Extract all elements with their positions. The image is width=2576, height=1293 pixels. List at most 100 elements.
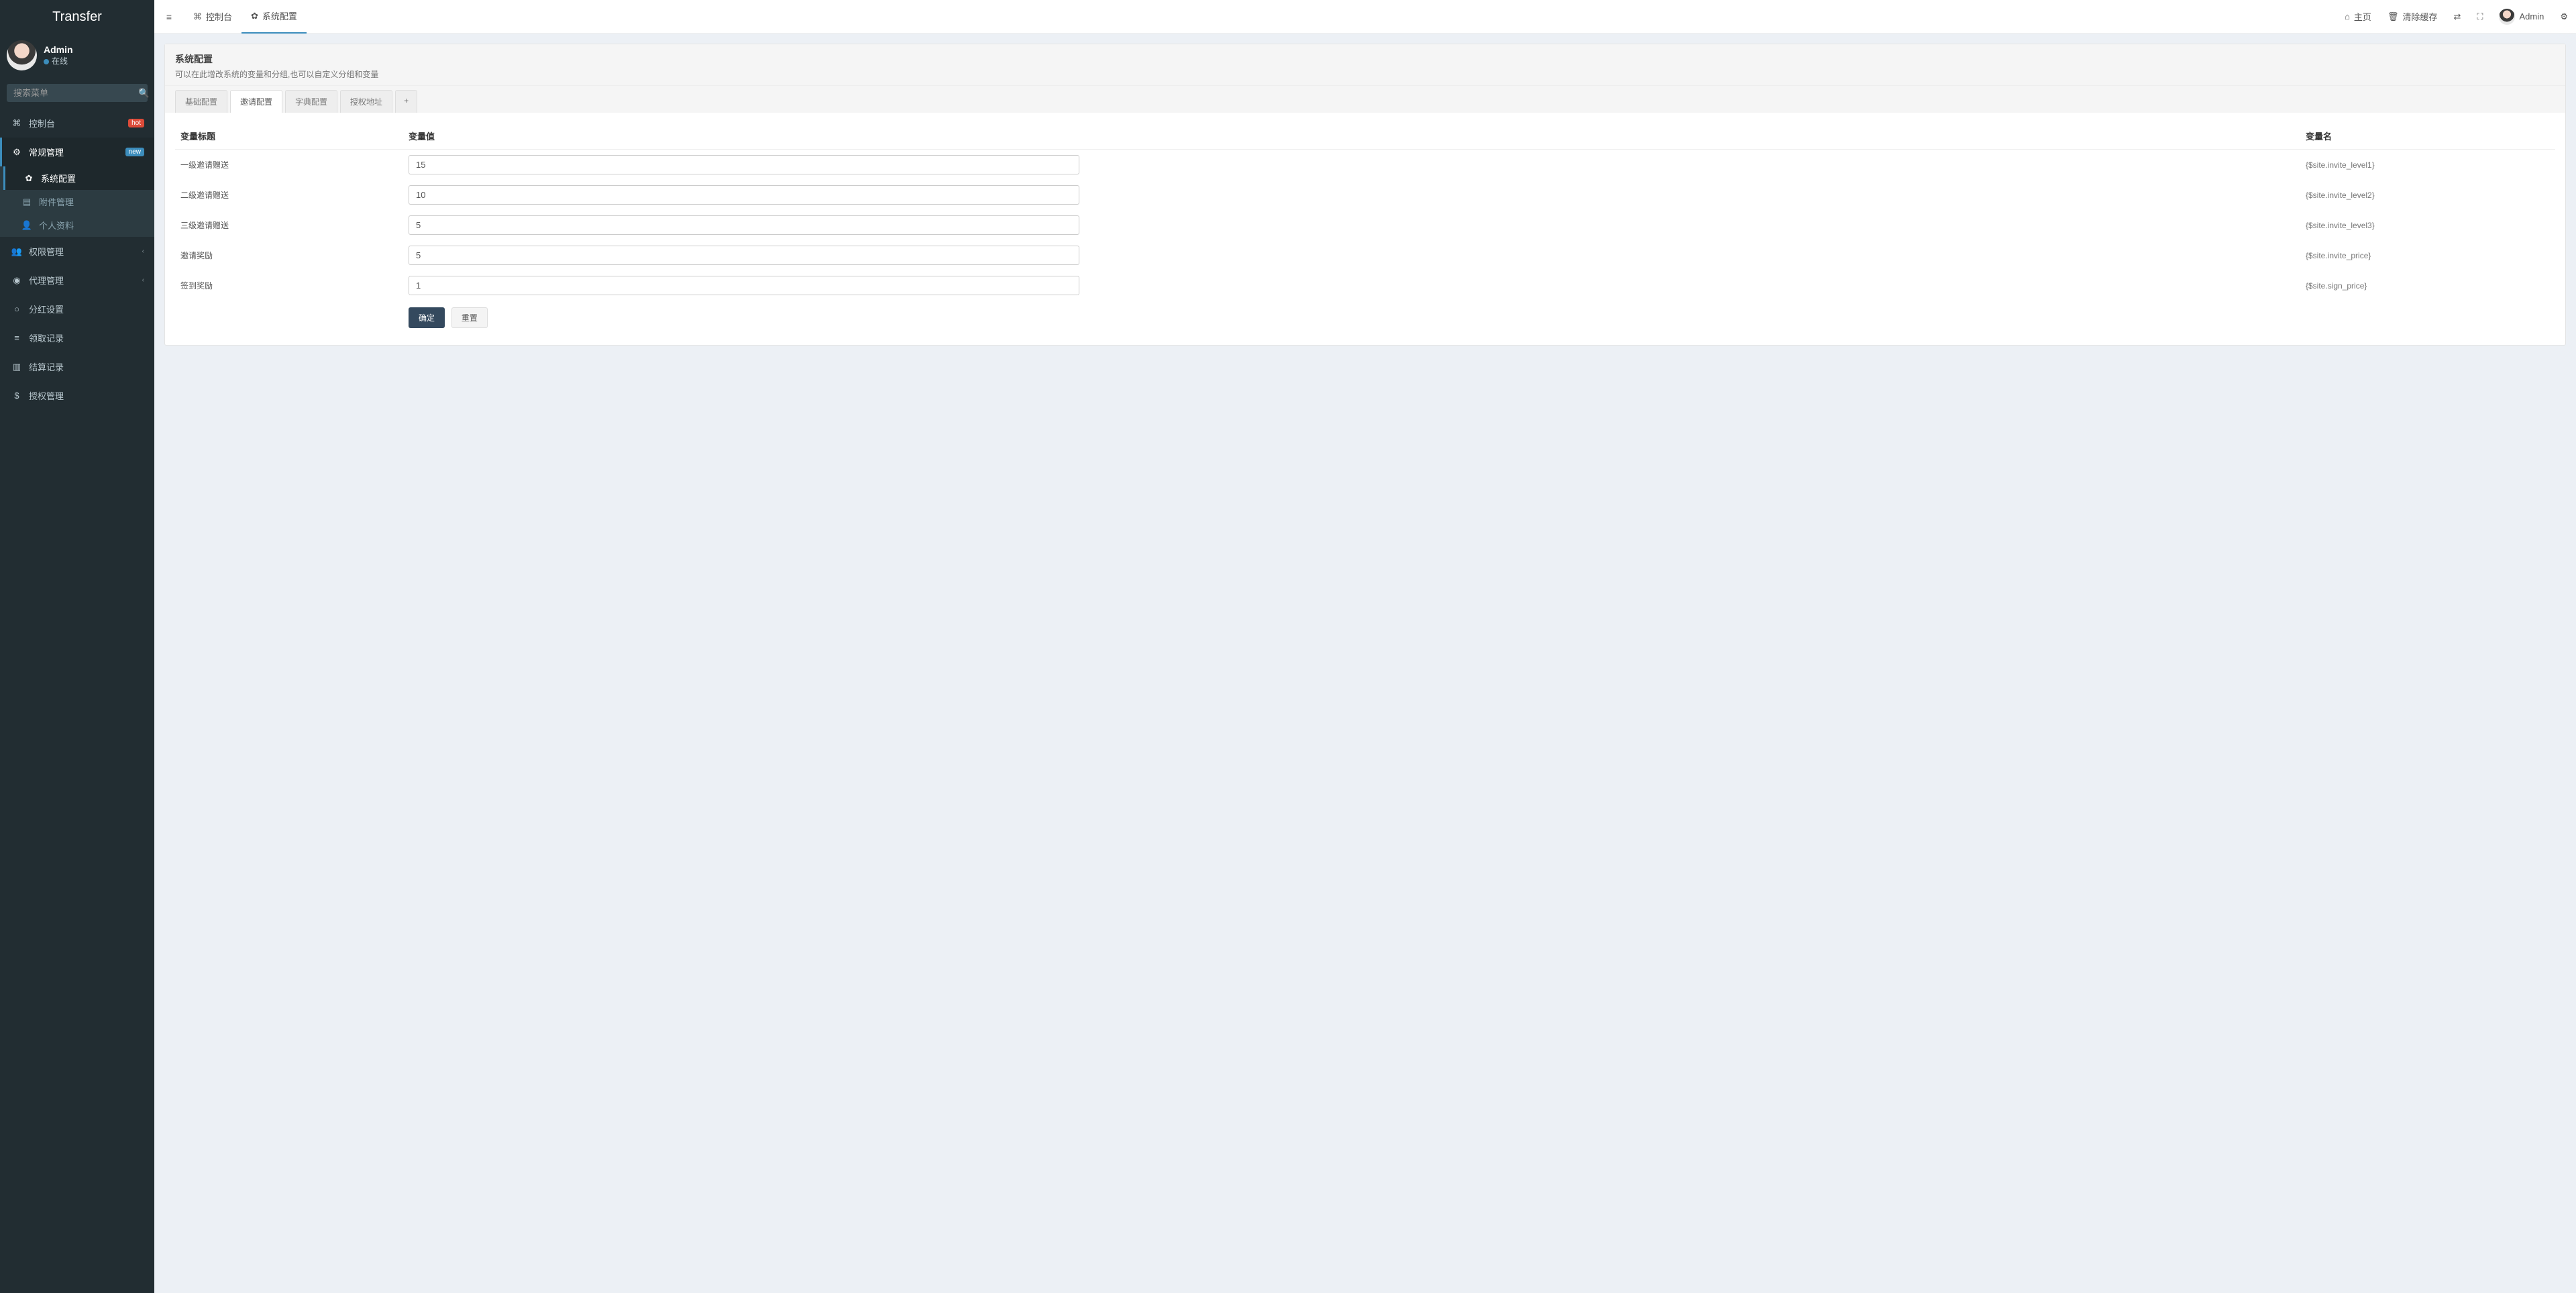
submit-button[interactable]: 确定 [409, 307, 445, 328]
avatar-small [2499, 9, 2515, 25]
top-tab[interactable]: ✿ 系统配置 [241, 0, 307, 34]
chevron-left-icon: ‹ [142, 248, 144, 255]
config-tab[interactable]: 字典配置 [285, 90, 337, 113]
avatar [7, 40, 37, 70]
row-varname: {$site.invite_level3} [2300, 210, 2555, 240]
add-tab-button[interactable]: + [395, 90, 417, 113]
trash-icon: 🗑 [2387, 11, 2399, 22]
language-link[interactable]: ⇄ [2445, 0, 2469, 34]
row-varname: {$site.invite_level2} [2300, 180, 2555, 210]
home-link[interactable]: ⌂ 主页 [2337, 0, 2379, 34]
panel-tabs: 基础配置邀请配置字典配置授权地址+ [165, 86, 2565, 113]
clear-cache-link[interactable]: 🗑清除缓存 [2379, 0, 2446, 34]
sidebar-toggle-button[interactable]: ≡ [154, 0, 184, 34]
top-tabs: ⌘ 控制台 ✿ 系统配置 [184, 0, 307, 34]
top-tab-label: 系统配置 [262, 9, 297, 22]
group-icon: 👥 [10, 246, 23, 257]
row-varname: {$site.sign_price} [2300, 270, 2555, 301]
fullscreen-link[interactable]: ⛶ [2469, 0, 2491, 34]
sidebar-item[interactable]: ⌘控制台hot [0, 109, 154, 138]
sidebar-subitem[interactable]: ✿系统配置 [3, 166, 154, 190]
sidebar-item[interactable]: ◉ 代理管理‹ [0, 266, 154, 295]
config-value-input[interactable] [409, 185, 1079, 205]
user-icon: 👤 [20, 220, 34, 231]
config-value-input[interactable] [409, 246, 1079, 265]
table-row: 二级邀请赠送 {$site.invite_level2} [175, 180, 2555, 210]
sidebar-subitem[interactable]: ▤ 附件管理 [3, 190, 154, 213]
user-menu[interactable]: Admin [2491, 0, 2552, 34]
col-value-header: 变量值 [403, 123, 2300, 150]
config-tab[interactable]: 邀请配置 [230, 90, 282, 113]
sidebar-item-label: 常规管理 [29, 146, 125, 158]
user-panel: Admin 在线 [0, 34, 154, 77]
sidebar-badge: new [125, 148, 144, 156]
sidebar-item[interactable]: ○ 分红设置 [0, 295, 154, 323]
table-row: 三级邀请赠送 {$site.invite_level3} [175, 210, 2555, 240]
reset-button[interactable]: 重置 [451, 307, 488, 328]
table-row: 签到奖励 {$site.sign_price} [175, 270, 2555, 301]
panel-desc: 可以在此增改系统的变量和分组,也可以自定义分组和变量 [175, 68, 2555, 80]
top-tab[interactable]: ⌘ 控制台 [184, 0, 241, 34]
clear-cache-label: 清除缓存 [2402, 10, 2437, 23]
dashboard-icon: ⌘ [10, 118, 23, 129]
search-icon: 🔍 [138, 88, 150, 98]
sidebar-item[interactable]: 👥 权限管理‹ [0, 237, 154, 266]
sidebar-search: 🔍 [0, 77, 154, 109]
sidebar: Transfer Admin 在线 🔍 ⌘控制台hot⚙常规管理new✿系统配置… [0, 0, 154, 1293]
sidebar-item-label: 代理管理 [29, 274, 142, 287]
sidebar-nav: ⌘控制台hot⚙常规管理new✿系统配置▤附件管理👤个人资料👥权限管理‹◉代理管… [0, 109, 154, 410]
settings-link[interactable]: ⚙ [2552, 0, 2576, 34]
sidebar-subitem-label: 个人资料 [39, 219, 74, 231]
user-name: Admin [44, 44, 73, 55]
cog-icon: ✿ [251, 11, 258, 21]
row-varname: {$site.invite_price} [2300, 240, 2555, 270]
list-alt-icon: ▥ [10, 362, 23, 372]
sidebar-item-label: 分红设置 [29, 303, 144, 315]
home-icon: ⌂ [2345, 11, 2350, 21]
sidebar-item-label: 授权管理 [29, 389, 144, 402]
config-value-input[interactable] [409, 276, 1079, 295]
bars-icon: ≡ [10, 333, 23, 343]
sidebar-subitem-label: 附件管理 [39, 195, 74, 208]
row-label: 二级邀请赠送 [175, 180, 403, 210]
user-status: 在线 [44, 55, 73, 66]
sidebar-subitem[interactable]: 👤 个人资料 [3, 213, 154, 237]
sidebar-item[interactable]: $ 授权管理 [0, 381, 154, 410]
sidebar-item[interactable]: ≡ 领取记录 [0, 323, 154, 352]
user-circle-icon: ◉ [10, 275, 23, 286]
row-label: 邀请奖励 [175, 240, 403, 270]
brand-text: Transfer [52, 9, 102, 25]
config-panel: 系统配置 可以在此增改系统的变量和分组,也可以自定义分组和变量 基础配置邀请配置… [164, 44, 2566, 346]
search-button[interactable]: 🔍 [138, 84, 150, 102]
usd-icon: $ [10, 391, 23, 401]
row-label: 一级邀请赠送 [175, 150, 403, 180]
top-tab-label: 控制台 [206, 10, 232, 23]
chevron-left-icon: ‹ [142, 276, 144, 284]
config-value-input[interactable] [409, 215, 1079, 235]
sidebar-item[interactable]: ▥结算记录 [0, 352, 154, 381]
config-tab[interactable]: 授权地址 [340, 90, 392, 113]
sidebar-item[interactable]: ⚙ 常规管理new [0, 138, 154, 166]
sidebar-item-label: 领取记录 [29, 331, 144, 344]
sidebar-item-label: 控制台 [29, 117, 128, 130]
config-table: 变量标题 变量值 变量名 一级邀请赠送{$site.invite_level1}… [175, 123, 2555, 301]
expand-icon: ⛶ [2477, 11, 2483, 22]
language-icon: ⇄ [2453, 11, 2461, 22]
circle-o-icon: ○ [10, 304, 23, 314]
settings-icon: ⚙ [2560, 11, 2568, 22]
file-icon: ▤ [20, 197, 34, 207]
topbar: ≡ ⌘ 控制台 ✿ 系统配置 ⌂ 主页 🗑清除缓存 ⇄ ⛶ Admin ⚙ [154, 0, 2576, 34]
topbar-user-label: Admin [2519, 11, 2544, 21]
cog-icon: ✿ [22, 173, 36, 184]
search-input[interactable] [7, 84, 138, 102]
col-label-header: 变量标题 [175, 123, 403, 150]
config-value-input[interactable] [409, 155, 1079, 174]
row-label: 签到奖励 [175, 270, 403, 301]
sidebar-item-label: 权限管理 [29, 245, 142, 258]
dashboard-icon: ⌘ [193, 11, 202, 22]
cogs-icon: ⚙ [10, 147, 23, 158]
config-tab[interactable]: 基础配置 [175, 90, 227, 113]
table-row: 一级邀请赠送{$site.invite_level1} [175, 150, 2555, 180]
row-label: 三级邀请赠送 [175, 210, 403, 240]
home-label: 主页 [2354, 10, 2371, 23]
